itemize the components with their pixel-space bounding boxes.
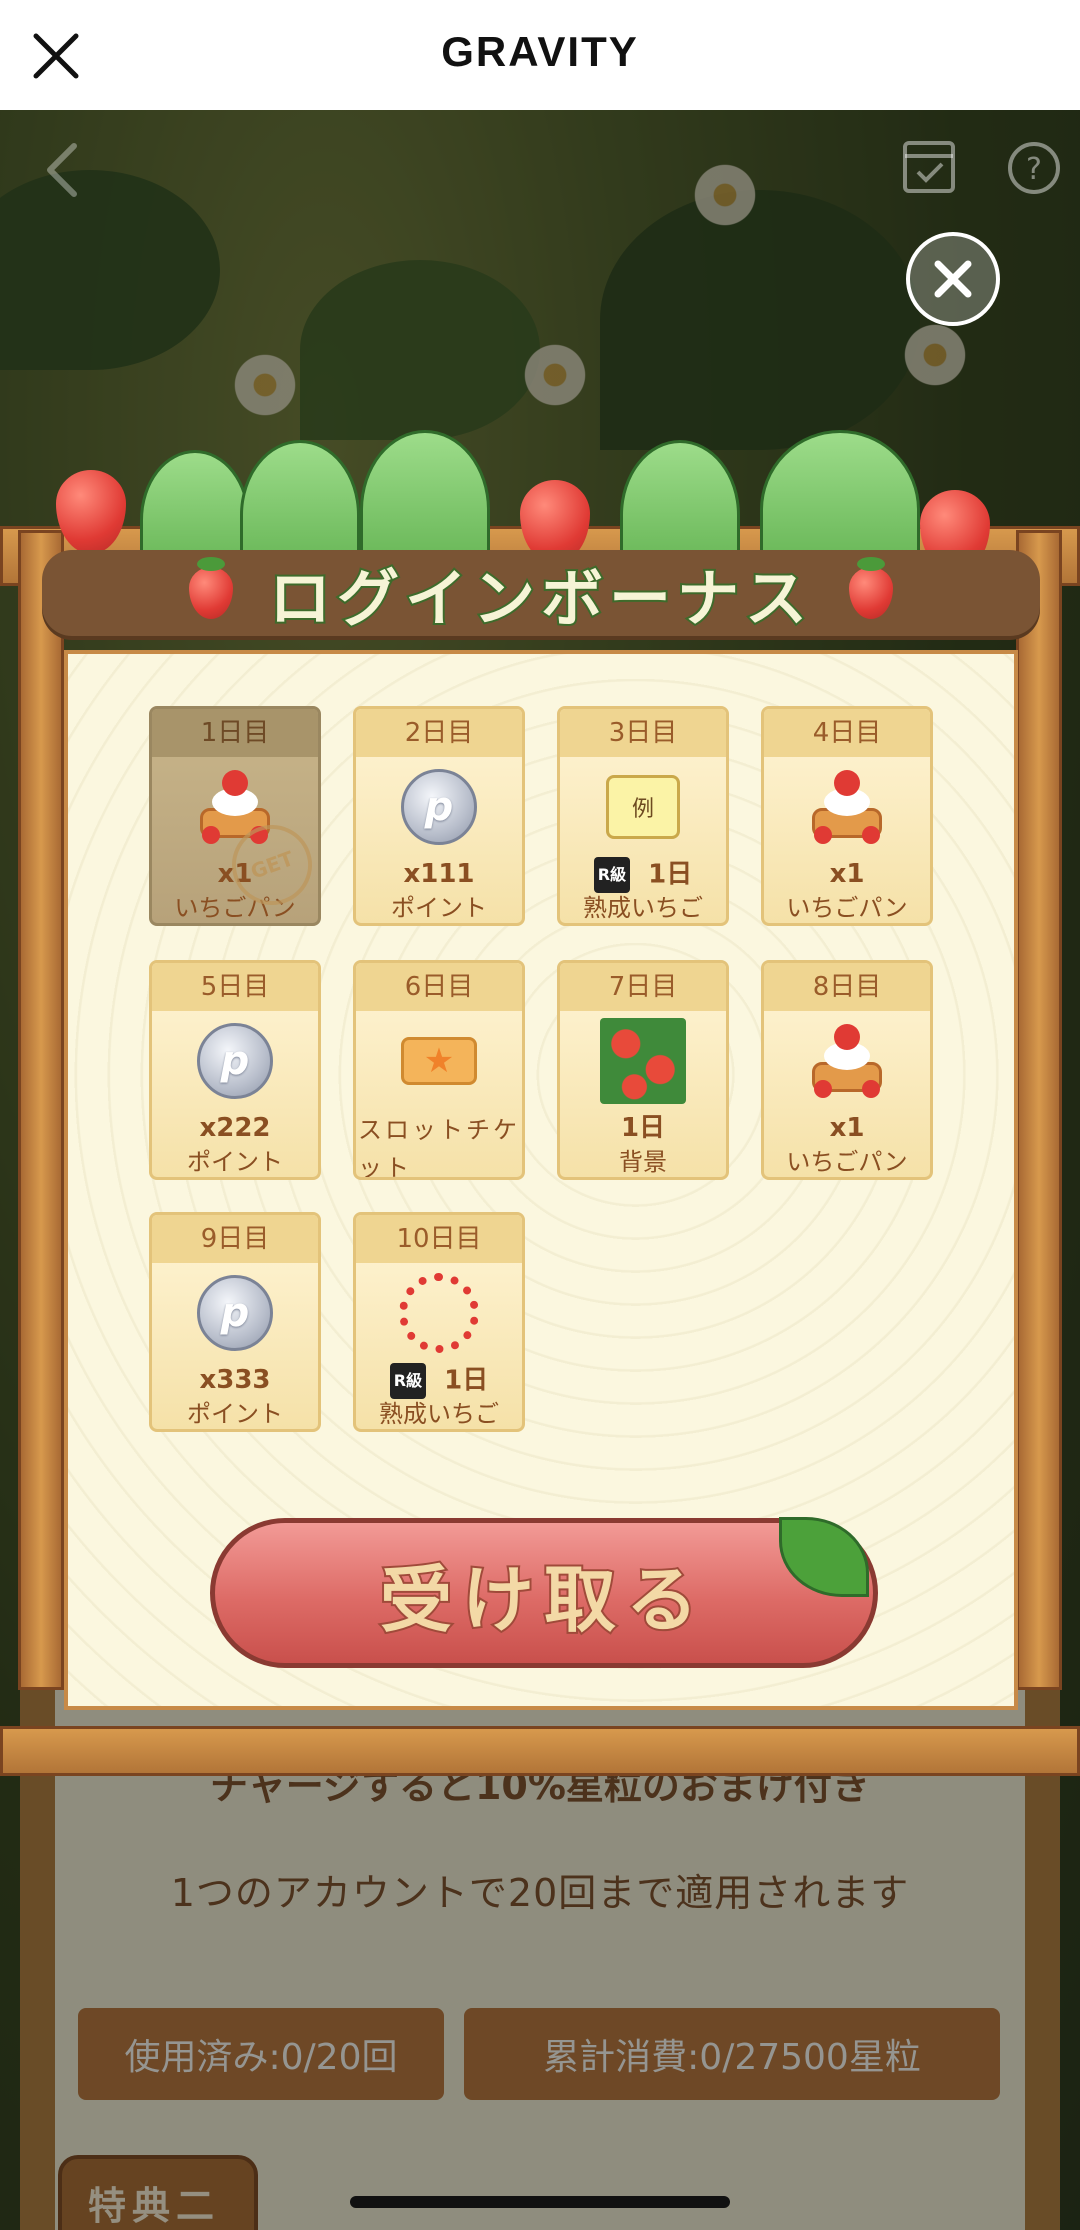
strawberry-icon: [188, 557, 233, 619]
day-label: 4日目: [764, 709, 930, 757]
day-card-7[interactable]: 7日目 1日 背景: [557, 960, 729, 1180]
help-icon[interactable]: ?: [1006, 140, 1062, 196]
reward-name: 熟成いちご: [379, 1400, 499, 1428]
close-icon: [934, 260, 972, 298]
home-indicator[interactable]: [350, 2196, 730, 2208]
day-card-4[interactable]: 4日目 x1 いちごパン: [761, 706, 933, 926]
day-card-1[interactable]: 1日目 x1 いちごパン GET: [149, 706, 321, 926]
day-card-3[interactable]: 3日目 例 R級 1日 熟成いちご: [557, 706, 729, 926]
claim-button-label: 受け取る: [378, 1556, 708, 1644]
sign-example-icon: 例: [606, 775, 680, 839]
frame-bottom: [0, 1726, 1080, 1776]
strawberry-wreath-icon: [399, 1273, 479, 1353]
point-coin-icon: p: [197, 1275, 273, 1351]
day-label: 1日目: [152, 709, 318, 757]
rank-badge: R級: [389, 1363, 427, 1399]
modal-close-button[interactable]: [906, 232, 1000, 326]
reward-name: いちごパン: [786, 1148, 908, 1176]
day-label: 10日目: [356, 1215, 522, 1263]
back-icon[interactable]: [40, 140, 84, 200]
day-card-8[interactable]: 8日目 x1 いちごパン: [761, 960, 933, 1180]
login-bonus-modal: ログインボーナス 1日目 x1 いちごパン GET 2日目 p x111 ポイン…: [0, 430, 1080, 1780]
strawberry-bread-icon: [812, 1024, 882, 1098]
reward-name: ポイント: [391, 894, 487, 922]
rank-badge: R級: [593, 857, 631, 893]
reward-quantity: x333: [199, 1365, 271, 1395]
reward-quantity: R級 1日: [560, 857, 726, 893]
reward-quantity: x111: [403, 859, 475, 889]
day-label: 7日目: [560, 963, 726, 1011]
day-label: 8日目: [764, 963, 930, 1011]
app-title: GRAVITY: [441, 28, 639, 75]
reward-name: ポイント: [187, 1148, 283, 1176]
day-card-5[interactable]: 5日目 p x222 ポイント: [149, 960, 321, 1180]
day-label: 2日目: [356, 709, 522, 757]
day-card-10[interactable]: 10日目 R級 1日 熟成いちご: [353, 1212, 525, 1432]
frame-right: [1016, 530, 1062, 1690]
app-bar: GRAVITY: [0, 0, 1080, 110]
frame-left: [18, 530, 64, 1690]
day-label: 3日目: [560, 709, 726, 757]
background-thumbnail-icon: [600, 1018, 686, 1104]
reward-quantity: 1日: [620, 1113, 666, 1143]
reward-quantity: x1: [829, 1113, 865, 1143]
modal-title: ログインボーナス: [267, 560, 813, 637]
slot-ticket-icon: ★: [401, 1037, 477, 1085]
day-label: 6日目: [356, 963, 522, 1011]
strawberry-bread-icon: [812, 770, 882, 844]
day-card-9[interactable]: 9日目 p x333 ポイント: [149, 1212, 321, 1432]
day-card-6[interactable]: 6日目 ★ スロットチケット: [353, 960, 525, 1180]
reward-quantity: x222: [199, 1113, 271, 1143]
day-label: 9日目: [152, 1215, 318, 1263]
day-label: 5日目: [152, 963, 318, 1011]
svg-text:?: ?: [1026, 152, 1042, 187]
reward-name: 背景: [619, 1148, 667, 1176]
reward-name: ポイント: [187, 1400, 283, 1428]
reward-name: スロットチケット: [358, 1116, 520, 1180]
reward-quantity: R級 1日: [356, 1363, 522, 1399]
checklist-icon[interactable]: [902, 140, 956, 194]
day-card-2[interactable]: 2日目 p x111 ポイント: [353, 706, 525, 926]
claim-button[interactable]: 受け取る: [210, 1517, 878, 1668]
point-coin-icon: p: [401, 769, 477, 845]
reward-quantity: x1: [829, 859, 865, 889]
point-coin-icon: p: [197, 1023, 273, 1099]
strawberry-icon: [849, 557, 893, 619]
title-banner: ログインボーナス: [42, 550, 1040, 637]
reward-name: 熟成いちご: [583, 894, 703, 922]
reward-name: いちごパン: [786, 894, 908, 922]
